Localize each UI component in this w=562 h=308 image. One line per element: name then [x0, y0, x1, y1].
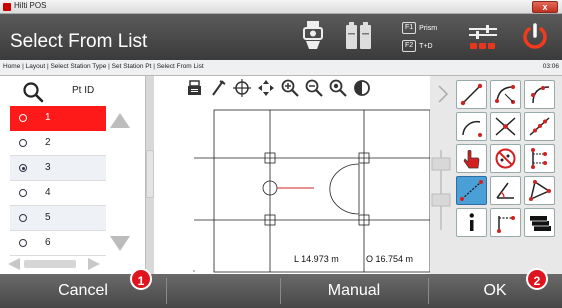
window-close-button[interactable]: x	[532, 1, 558, 13]
angle-icon	[496, 182, 514, 199]
callout-badge-2: 2	[526, 268, 548, 290]
no-points-icon	[495, 148, 516, 169]
contrast-icon[interactable]	[352, 78, 372, 98]
tool-arc-3pt[interactable]	[490, 80, 521, 109]
length-readout: L 14.973 m	[294, 254, 339, 264]
point-list-panel: Pt ID 1 2 3 4 5 6	[0, 76, 146, 274]
tool-palette	[430, 76, 562, 274]
tool-line-2pt[interactable]	[456, 80, 487, 109]
tool-info[interactable]	[456, 208, 487, 237]
tool-offset-points[interactable]	[524, 144, 555, 173]
tool-divide-line[interactable]	[524, 112, 555, 141]
tool-line-points[interactable]	[456, 176, 487, 205]
column-header-pt-id[interactable]: Pt ID	[72, 85, 94, 96]
action-bar: Cancel Manual OK	[0, 274, 562, 308]
radio-button[interactable]	[19, 239, 27, 247]
search-icon[interactable]	[22, 81, 44, 103]
drawing-toolbar	[184, 78, 372, 100]
line-two-points-icon	[460, 83, 483, 106]
print-layer-icon[interactable]	[184, 78, 204, 98]
tool-perpendicular[interactable]	[490, 208, 521, 237]
point-id: 3	[45, 162, 51, 173]
tool-layers[interactable]	[524, 208, 555, 237]
chevron-right-icon[interactable]	[436, 84, 450, 104]
radio-button[interactable]	[19, 214, 27, 222]
radio-button-checked[interactable]	[19, 164, 27, 172]
f2-function-label: T+D	[419, 42, 433, 50]
perpendicular-icon	[497, 216, 515, 233]
measure-tool-icon[interactable]	[208, 78, 228, 98]
point-id: 5	[45, 212, 51, 223]
horizontal-scrollbar[interactable]	[6, 256, 102, 272]
app-header: Select From List F1 Prism F2 T+D	[0, 14, 562, 60]
tool-angle[interactable]	[490, 176, 521, 205]
list-item[interactable]: 2	[10, 131, 106, 156]
radio-button[interactable]	[19, 139, 27, 147]
arc-three-points-icon	[495, 85, 515, 104]
radio-button[interactable]	[19, 189, 27, 197]
layers-icon	[530, 216, 551, 231]
battery-icon[interactable]	[344, 19, 374, 55]
instrument-icon[interactable]	[300, 19, 326, 55]
zoom-extents-icon[interactable]	[328, 78, 348, 98]
app-icon	[3, 3, 11, 11]
breadcrumb-bar: Home | Layout | Select Station Type | Se…	[0, 60, 562, 76]
tool-triangle[interactable]	[524, 176, 555, 205]
tool-arc-center[interactable]	[456, 112, 487, 141]
tool-select-point[interactable]	[456, 144, 487, 173]
page-title: Select From List	[10, 31, 148, 52]
zoom-out-icon[interactable]	[304, 78, 324, 98]
settings-sliders-icon[interactable]	[466, 19, 500, 55]
list-item[interactable]: 3	[10, 156, 106, 181]
arc-center-icon	[462, 120, 482, 137]
breadcrumb: Home | Layout | Select Station Type | Se…	[3, 63, 204, 70]
point-id: 2	[45, 137, 51, 148]
scroll-down-arrow-icon[interactable]	[108, 234, 132, 254]
window-title: Hilti POS	[14, 1, 47, 10]
f1-function-label: Prism	[419, 24, 438, 32]
point-list: 1 2 3 4 5 6	[10, 106, 106, 256]
triangle-icon	[529, 180, 551, 201]
panel-splitter-handle[interactable]	[146, 150, 154, 198]
point-id: 4	[45, 187, 51, 198]
layout-plan-drawing	[193, 109, 430, 273]
list-item[interactable]: 5	[10, 206, 106, 231]
divider	[166, 278, 167, 304]
hand-pointer-icon	[463, 149, 480, 169]
list-header: Pt ID	[0, 76, 146, 106]
window-titlebar: Hilti POS x	[0, 0, 562, 14]
scroll-up-arrow-icon[interactable]	[108, 110, 132, 130]
clock: 03:06	[542, 63, 559, 70]
f2-td-key[interactable]: F2 T+D	[402, 38, 456, 54]
arc-tangent-icon	[531, 86, 550, 104]
f2-key-label: F2	[402, 40, 417, 52]
f1-key-label: F1	[402, 22, 417, 34]
point-id: 6	[45, 237, 51, 248]
zoom-in-icon[interactable]	[280, 78, 300, 98]
point-id: 1	[45, 112, 51, 123]
info-icon	[469, 213, 474, 231]
list-item[interactable]: 1	[10, 106, 106, 131]
target-crosshair-icon[interactable]	[232, 78, 252, 98]
tool-arc-tangent[interactable]	[524, 80, 555, 109]
intersection-icon	[495, 117, 516, 136]
vertical-slider[interactable]	[430, 150, 452, 230]
layout-drawing-canvas[interactable]: L 14.973 m O 16.754 m	[154, 76, 430, 274]
list-item[interactable]: 4	[10, 181, 106, 206]
power-icon[interactable]	[520, 22, 550, 52]
divide-line-icon	[529, 117, 550, 136]
offset-readout: O 16.754 m	[366, 254, 414, 264]
callout-badge-1: 1	[130, 268, 152, 290]
tool-intersection[interactable]	[490, 112, 521, 141]
function-keys: F1 Prism F2 T+D	[402, 20, 456, 56]
radio-button[interactable]	[19, 114, 27, 122]
offset-points-icon	[531, 148, 547, 169]
tool-delete-point[interactable]	[490, 144, 521, 173]
f1-prism-key[interactable]: F1 Prism	[402, 20, 456, 36]
pan-arrows-icon[interactable]	[256, 78, 276, 98]
list-item[interactable]: 6	[10, 231, 106, 256]
points-on-line-icon	[460, 180, 483, 201]
manual-button[interactable]: Manual	[280, 274, 428, 308]
